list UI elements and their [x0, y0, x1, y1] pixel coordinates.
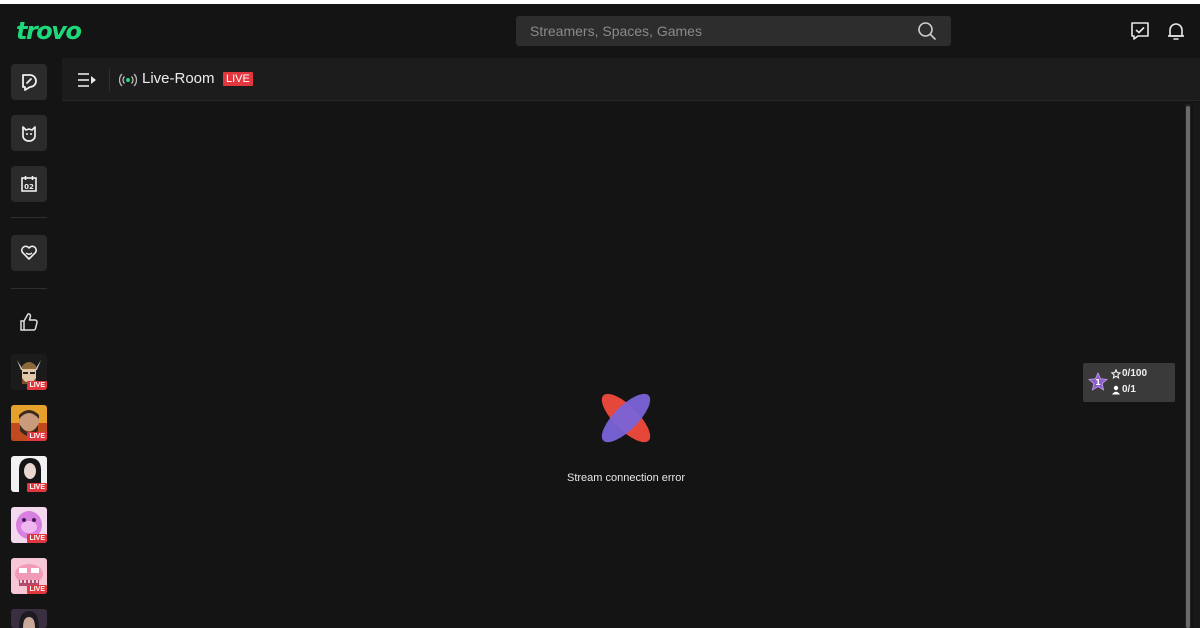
- live-tag: LIVE: [27, 381, 47, 390]
- bell-icon[interactable]: [1165, 20, 1187, 42]
- bar-divider: [109, 68, 110, 92]
- goal-level: 1: [1095, 378, 1101, 387]
- broadcast-icon: [119, 73, 137, 87]
- channel-avatar-3[interactable]: LIVE: [11, 456, 47, 492]
- channel-avatar-6[interactable]: [11, 609, 47, 628]
- search-box[interactable]: [516, 16, 951, 46]
- goal-stars-row: 0/100: [1111, 368, 1147, 379]
- live-room-bar: Live-Room LIVE: [62, 58, 1200, 101]
- sidebar-schedule-button[interactable]: 02: [11, 166, 47, 202]
- message-icon[interactable]: [1129, 20, 1151, 42]
- trovo-logo[interactable]: trovo: [16, 17, 82, 45]
- user-icon: [1112, 385, 1120, 394]
- search-icon[interactable]: [917, 21, 937, 41]
- search-input[interactable]: [516, 16, 906, 46]
- goal-users-row: 0/1: [1111, 384, 1136, 395]
- heart-icon: [21, 245, 37, 260]
- room-title[interactable]: Live-Room: [142, 70, 215, 87]
- live-tag: LIVE: [27, 534, 47, 543]
- goal-widget[interactable]: 1 0/100 0/1: [1083, 363, 1175, 402]
- trovo-home-icon: [22, 74, 37, 91]
- star-outline-icon: [1111, 368, 1121, 379]
- top-bar: trovo: [0, 0, 1200, 58]
- channel-avatar-2[interactable]: LIVE: [11, 405, 47, 441]
- trovo-error-logo-icon: [601, 393, 651, 443]
- live-badge: LIVE: [223, 72, 253, 86]
- scrollbar-thumb[interactable]: [1186, 106, 1190, 628]
- goal-users-value: 0/1: [1122, 384, 1136, 395]
- sidebar-home-button[interactable]: [11, 64, 47, 100]
- video-player[interactable]: [62, 102, 1185, 628]
- sidebar-category-button[interactable]: [11, 115, 47, 151]
- collapse-menu-icon[interactable]: [76, 70, 98, 90]
- live-tag: LIVE: [27, 585, 47, 594]
- sidebar-recommended-button[interactable]: [15, 308, 43, 336]
- side-panel-edge: [1193, 102, 1200, 628]
- live-tag: LIVE: [27, 432, 47, 441]
- calendar-day: 02: [24, 183, 34, 191]
- sidebar-divider: [11, 217, 47, 218]
- sidebar-divider: [11, 288, 47, 289]
- channel-avatar-1[interactable]: LIVE: [11, 354, 47, 390]
- channel-avatar-5[interactable]: LIVE: [11, 558, 47, 594]
- partial-avatar: [11, 609, 47, 628]
- stream-error-message: Stream connection error: [567, 472, 685, 484]
- sidebar-following-button[interactable]: [11, 235, 47, 271]
- category-icon: [22, 126, 36, 142]
- goal-stars-value: 0/100: [1122, 368, 1148, 379]
- thumbs-up-icon: [20, 313, 38, 331]
- left-sidebar: 02 LIVE LIVE LIVE LIVE LIVE: [0, 58, 58, 628]
- live-tag: LIVE: [27, 483, 47, 492]
- level-star-badge-icon: 1: [1088, 372, 1108, 391]
- calendar-icon: 02: [21, 176, 37, 192]
- channel-avatar-4[interactable]: LIVE: [11, 507, 47, 543]
